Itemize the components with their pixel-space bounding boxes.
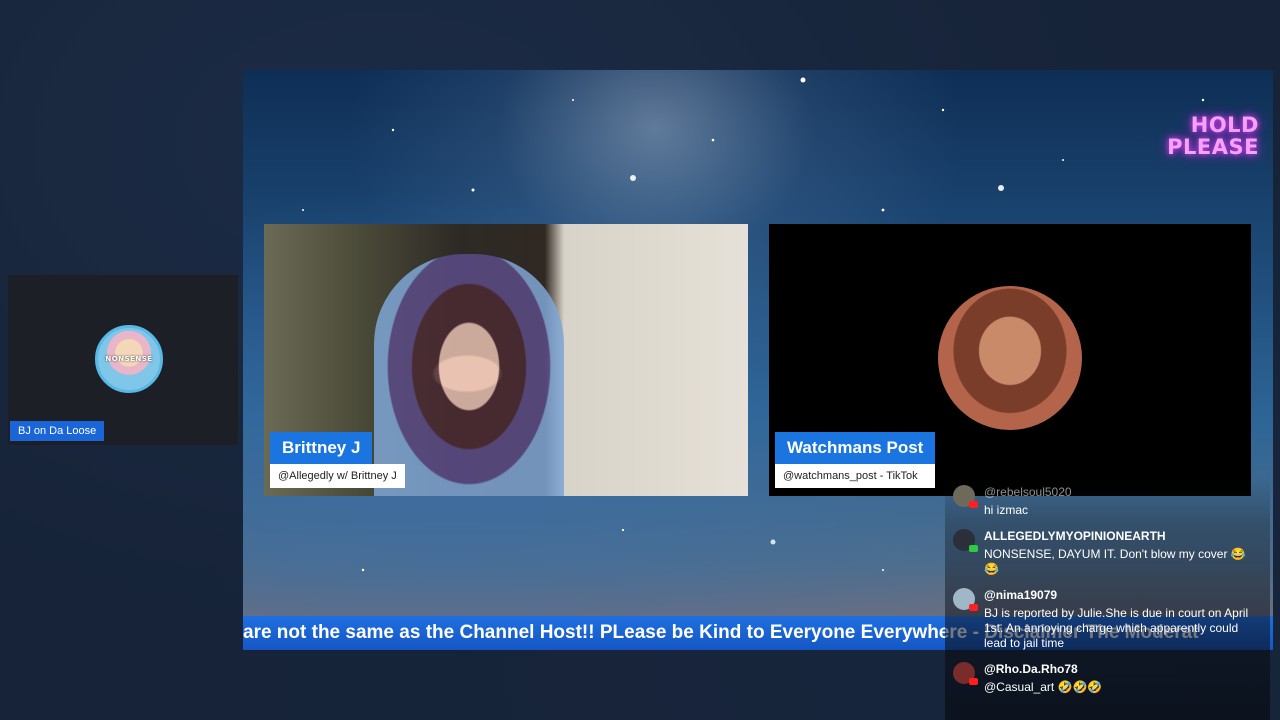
guest-2-handle: @watchmans_post - TikTok xyxy=(775,464,936,488)
guest-1-name: Brittney J xyxy=(270,432,373,464)
guest-2-avatar xyxy=(938,286,1082,430)
guest-1-handle: @Allegedly w/ Brittney J xyxy=(270,464,405,488)
chat-username: ALLEGEDLYMYOPINIONEARTH xyxy=(984,529,1166,543)
live-chat-overlay: @rebelsoul5020 hi izmac ALLEGEDLYMYOPINI… xyxy=(945,475,1270,720)
chat-text: BJ is reported by Julie.She is due in co… xyxy=(984,606,1249,650)
chat-avatar xyxy=(953,588,978,611)
chat-avatar xyxy=(953,529,978,552)
hold-line-2: PLEASE xyxy=(1167,135,1259,159)
hold-please-sign: HOLD PLEASE xyxy=(1167,114,1259,158)
chat-avatar xyxy=(953,662,978,685)
youtube-icon xyxy=(969,604,978,611)
chat-username: @Rho.Da.Rho78 xyxy=(984,662,1078,676)
avatar-logo-text: NONSENSE xyxy=(105,355,153,363)
youtube-icon xyxy=(969,501,978,508)
chat-text: NONSENSE, DAYUM IT. Don't blow my cover … xyxy=(984,547,1246,576)
side-guest-name: BJ on Da Loose xyxy=(10,421,105,441)
chat-text: hi izmac xyxy=(984,503,1029,517)
chat-text: @Casual_art 🤣🤣🤣 xyxy=(984,680,1103,694)
chat-username: @rebelsoul5020 xyxy=(984,485,1072,499)
kick-icon xyxy=(969,545,978,552)
side-guest-tile[interactable]: NONSENSE BJ on Da Loose xyxy=(8,275,238,445)
chat-avatar xyxy=(953,485,978,508)
hold-line-1: HOLD xyxy=(1190,113,1259,137)
lower-third-guest-1: Brittney J @Allegedly w/ Brittney J xyxy=(270,432,405,488)
lower-third-guest-2: Watchmans Post @watchmans_post - TikTok xyxy=(775,432,936,488)
chat-username: @nima19079 xyxy=(984,588,1058,602)
guest-2-name: Watchmans Post xyxy=(775,432,936,464)
youtube-icon xyxy=(969,678,978,685)
guest-avatar: NONSENSE xyxy=(95,325,163,393)
